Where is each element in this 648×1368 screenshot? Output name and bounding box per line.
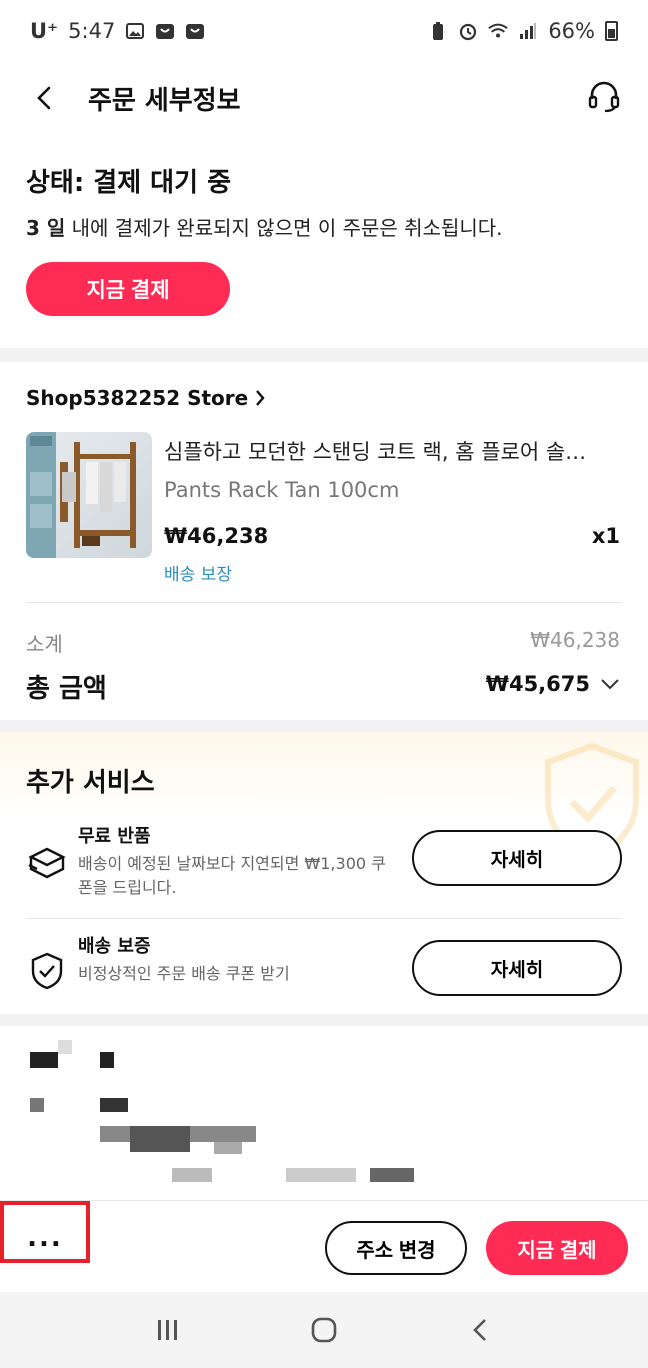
gallery-icon: [125, 21, 145, 41]
home-icon: [311, 1317, 337, 1343]
shopping-bag-icon: [155, 21, 175, 41]
chevron-down-icon: [601, 679, 619, 690]
store-link[interactable]: Shop5382252 Store: [26, 386, 266, 410]
additional-services-section: 추가 서비스 무료 반품 배송이 예정된 날짜보다 지연되면 ₩1,300 쿠폰…: [0, 732, 648, 1014]
payment-deadline-text: 내에 결제가 완료되지 않으면 이 주문은 취소됩니다.: [65, 216, 503, 240]
redacted-pixel: [286, 1168, 356, 1182]
wifi-icon: [488, 21, 509, 41]
delivery-guarantee-tag[interactable]: 배송 보장: [164, 560, 232, 585]
product-quantity: x1: [591, 524, 620, 548]
top-header: 주문 세부정보: [0, 62, 648, 134]
customer-support-button[interactable]: [584, 76, 624, 116]
subtotal-value: ₩46,238: [530, 628, 620, 652]
product-price: ₩46,238: [164, 524, 269, 548]
recent-apps-button[interactable]: [148, 1310, 188, 1350]
service-row-free-return: 무료 반품 배송이 예정된 날짜보다 지연되면 ₩1,300 쿠폰을 드립니다.…: [26, 822, 622, 918]
battery-icon: [605, 21, 618, 41]
home-button[interactable]: [304, 1310, 344, 1350]
clock: 5:47: [68, 19, 116, 43]
chevron-right-icon: [256, 390, 265, 406]
redacted-pixel: [172, 1168, 212, 1182]
change-address-button[interactable]: 주소 변경: [325, 1221, 467, 1275]
store-name: Shop5382252 Store: [26, 386, 249, 410]
order-status-section: 상태: 결제 대기 중 3 일 내에 결제가 완료되지 않으면 이 주문은 취소…: [0, 140, 648, 348]
back-arrow-icon: [473, 1319, 486, 1341]
system-navigation-bar: [0, 1292, 648, 1368]
service-description: 비정상적인 주문 배송 쿠폰 받기: [78, 964, 290, 983]
section-divider-3: [0, 1014, 648, 1026]
recent-apps-icon: [158, 1320, 177, 1340]
total-value: ₩45,675: [485, 672, 590, 696]
service-divider: [26, 918, 622, 919]
service-name: 무료 반품: [78, 826, 151, 847]
product-name[interactable]: 심플하고 모던한 스탠딩 코트 랙, 홈 플로어 솔…: [164, 436, 620, 466]
page-title: 주문 세부정보: [88, 86, 241, 116]
signal-icon: [518, 21, 538, 41]
total-amount-toggle[interactable]: ₩45,675: [486, 672, 620, 696]
product-variant: Pants Rack Tan 100cm: [164, 478, 400, 502]
product-image[interactable]: [26, 432, 152, 558]
battery-saver-icon: [428, 21, 448, 41]
status-left: U⁺ 5:47: [30, 19, 205, 43]
redacted-pixel: [214, 1142, 242, 1154]
more-options-button[interactable]: ...: [0, 1201, 90, 1263]
coat-rack-image: [26, 432, 136, 558]
section-divider: [0, 348, 648, 362]
delivery-guarantee-detail-button[interactable]: 자세히: [412, 940, 622, 996]
battery-percent: 66%: [548, 19, 595, 43]
services-title: 추가 서비스: [26, 768, 155, 798]
subtotal-label: 소계: [26, 632, 63, 656]
payment-deadline-days: 3 일: [26, 216, 66, 240]
headset-icon: [588, 81, 620, 113]
redacted-pixel: [100, 1098, 128, 1112]
redacted-pixel: [30, 1098, 44, 1112]
chevron-left-icon: [37, 86, 51, 110]
redacted-pixel: [130, 1126, 190, 1152]
order-item-card: Shop5382252 Store 심플하고 모던한 스탠딩 코트 랙, 홈 플…: [0, 362, 648, 720]
bottom-action-bar: ... 주소 변경 지금 결제: [0, 1200, 648, 1292]
shopping-bag-icon-2: [185, 21, 205, 41]
redacted-pixel: [58, 1040, 72, 1054]
card-divider: [26, 602, 622, 603]
redacted-pixel: [100, 1052, 114, 1068]
status-right: 66%: [428, 19, 618, 43]
back-button[interactable]: [26, 80, 62, 116]
service-name: 배송 보증: [78, 936, 151, 957]
section-divider-2: [0, 720, 648, 732]
carrier-label: U⁺: [30, 19, 59, 43]
shield-check-icon: [26, 950, 68, 992]
service-description: 배송이 예정된 날짜보다 지연되면 ₩1,300 쿠폰을 드립니다.: [78, 854, 386, 897]
redacted-pixel: [370, 1168, 414, 1182]
payment-deadline-message: 3 일 내에 결제가 완료되지 않으면 이 주문은 취소됩니다.: [26, 212, 503, 241]
order-status-title: 상태: 결제 대기 중: [26, 168, 231, 198]
redacted-pixel: [30, 1052, 58, 1068]
alarm-icon: [458, 21, 478, 41]
status-bar: U⁺ 5:47 66%: [0, 0, 648, 62]
free-return-detail-button[interactable]: 자세히: [412, 830, 622, 886]
pay-now-button-top[interactable]: 지금 결제: [26, 262, 230, 316]
pay-now-button-bottom[interactable]: 지금 결제: [486, 1221, 628, 1275]
shipping-address-redacted[interactable]: [0, 1026, 648, 1200]
return-box-icon: [26, 840, 68, 882]
system-back-button[interactable]: [460, 1310, 500, 1350]
total-label: 총 금액: [26, 674, 107, 704]
